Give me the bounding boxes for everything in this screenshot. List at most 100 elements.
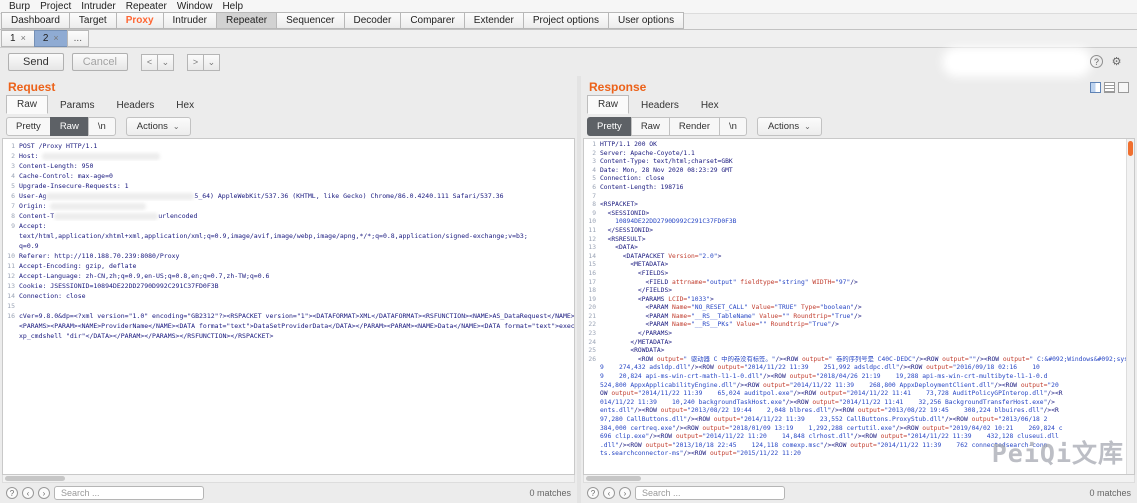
linebreak-toggle[interactable]: \n [719,117,747,136]
repeater-toolbar: Send Cancel < ⌄ > ⌄ ? ⚙ [0,48,1137,76]
line-number: 6 [584,184,600,193]
code-line: 24 </METADATA> [584,339,1134,348]
line-number: 5 [3,181,19,191]
prev-match-icon[interactable]: ‹ [22,487,34,499]
tab-target[interactable]: Target [69,12,117,29]
search-input[interactable] [54,486,204,500]
tab-project-options[interactable]: Project options [523,12,609,29]
line-text: HTTP/1.1 200 OK [600,141,1134,150]
request-editor[interactable]: 1POST /Proxy HTTP/1.12Host: 3Content-Len… [2,138,575,475]
settings-gear-icon[interactable]: ⚙ [1110,55,1123,68]
repeater-tab-2[interactable]: 2 × [34,30,68,47]
line-text: 97,280 CallButtons.dll"/><ROW output="20… [600,416,1134,425]
line-text: <PARAM Name="__RS__PKs" Value="" Roundtr… [600,321,1134,330]
request-panel: Request Raw Params Headers Hex Pretty Ra… [0,76,577,503]
tab-sequencer[interactable]: Sequencer [276,12,344,29]
line-text: <DATA> [600,244,1134,253]
help-icon[interactable]: ? [587,487,599,499]
line-text: POST /Proxy HTTP/1.1 [19,141,574,151]
line-text: User-Ag5_64) AppleWebKit/537.36 (KHTML, … [19,191,574,201]
response-search-bar: ? ‹ › 0 matches [581,483,1137,503]
menu-burp[interactable]: Burp [4,1,35,12]
raw-toggle[interactable]: Raw [50,117,89,136]
repeater-tab-new[interactable]: ... [67,30,89,47]
line-text: Connection: close [600,175,1134,184]
request-tab-headers[interactable]: Headers [106,97,164,114]
actions-button[interactable]: Actions ⌄ [757,117,822,136]
menu-project[interactable]: Project [35,1,76,12]
tab-proxy[interactable]: Proxy [116,12,164,29]
render-toggle[interactable]: Render [669,117,720,136]
search-input[interactable] [635,486,785,500]
menu-help[interactable]: Help [217,1,248,12]
history-forward-button[interactable]: > [187,54,204,71]
tab-comparer[interactable]: Comparer [400,12,464,29]
line-text: <ROW output=" 驱动器 C 中的卷没有标签。"/><ROW outp… [600,356,1134,365]
close-icon[interactable]: × [21,34,26,43]
code-line: 8<RSPACKET> [584,201,1134,210]
menu-window[interactable]: Window [172,1,218,12]
request-view-toggle: Pretty Raw \n [6,117,116,136]
send-button[interactable]: Send [8,53,64,71]
pretty-toggle[interactable]: Pretty [6,117,51,136]
response-tab-headers[interactable]: Headers [631,97,689,114]
code-line: 7Origin: [3,201,574,211]
line-text: ts.searchconnector-ms"/><ROW output="201… [600,450,1134,459]
repeater-tab-1[interactable]: 1 × [1,30,35,47]
response-tab-raw[interactable]: Raw [587,95,629,114]
history-back-button[interactable]: < [141,54,158,71]
layout-single-icon[interactable] [1118,82,1129,93]
request-tab-hex[interactable]: Hex [166,97,204,114]
cancel-button[interactable]: Cancel [72,53,128,71]
menu-repeater[interactable]: Repeater [121,1,172,12]
line-number [584,390,600,399]
raw-toggle[interactable]: Raw [631,117,670,136]
code-line: text/html,application/xhtml+xml,applicat… [3,231,574,241]
layout-toggle-group [1090,82,1129,93]
menu-intruder[interactable]: Intruder [76,1,120,12]
line-text: ents.dll"/><ROW output="2013/08/22 19:44… [600,407,1134,416]
tab-dashboard[interactable]: Dashboard [1,12,70,29]
tab-repeater[interactable]: Repeater [216,12,277,29]
prev-match-icon[interactable]: ‹ [603,487,615,499]
response-vscrollbar[interactable] [1126,139,1134,474]
line-number: 14 [584,253,600,262]
code-line: 3Content-Type: text/html;charset=GBK [584,158,1134,167]
chevron-down-icon[interactable]: ⌄ [157,54,174,71]
request-hscrollbar[interactable] [2,475,575,483]
help-icon[interactable]: ? [1090,55,1103,68]
request-editor-tabs: Raw Params Headers Hex [0,94,577,114]
request-hscroll-thumb[interactable] [5,476,65,481]
chevron-down-icon[interactable]: ⌄ [203,54,220,71]
pretty-toggle[interactable]: Pretty [587,117,632,136]
close-icon[interactable]: × [53,34,58,43]
next-match-icon[interactable]: › [619,487,631,499]
response-vscroll-thumb[interactable] [1128,141,1133,156]
tab-extender[interactable]: Extender [464,12,524,29]
response-tab-hex[interactable]: Hex [691,97,729,114]
tab-intruder[interactable]: Intruder [163,12,217,29]
line-text: Host: [19,151,574,161]
line-text: </SESSIONID> [600,227,1134,236]
linebreak-toggle[interactable]: \n [88,117,116,136]
response-hscroll-thumb[interactable] [586,476,641,481]
request-tab-raw[interactable]: Raw [6,95,48,114]
line-text: </FIELDS> [600,287,1134,296]
tab-decoder[interactable]: Decoder [344,12,402,29]
response-hscrollbar[interactable] [583,475,1135,483]
help-icon[interactable]: ? [6,487,18,499]
request-tab-params[interactable]: Params [50,97,104,114]
actions-button[interactable]: Actions ⌄ [126,117,191,136]
layout-rows-icon[interactable] [1104,82,1115,93]
code-line: 20 <PARAM Name="NO_RESET_CALL" Value="TR… [584,304,1134,313]
next-match-icon[interactable]: › [38,487,50,499]
code-line: 13 <DATA> [584,244,1134,253]
line-number: 17 [584,279,600,288]
code-line: 6Content-Length: 198716 [584,184,1134,193]
layout-columns-icon[interactable] [1090,82,1101,93]
chevron-down-icon: ⌄ [804,122,811,131]
line-number [584,399,600,408]
code-line: 8Content-Turlencoded [3,211,574,221]
tab-user-options[interactable]: User options [608,12,684,29]
response-editor[interactable]: 1HTTP/1.1 200 OK2Server: Apache-Coyote/1… [583,138,1135,475]
